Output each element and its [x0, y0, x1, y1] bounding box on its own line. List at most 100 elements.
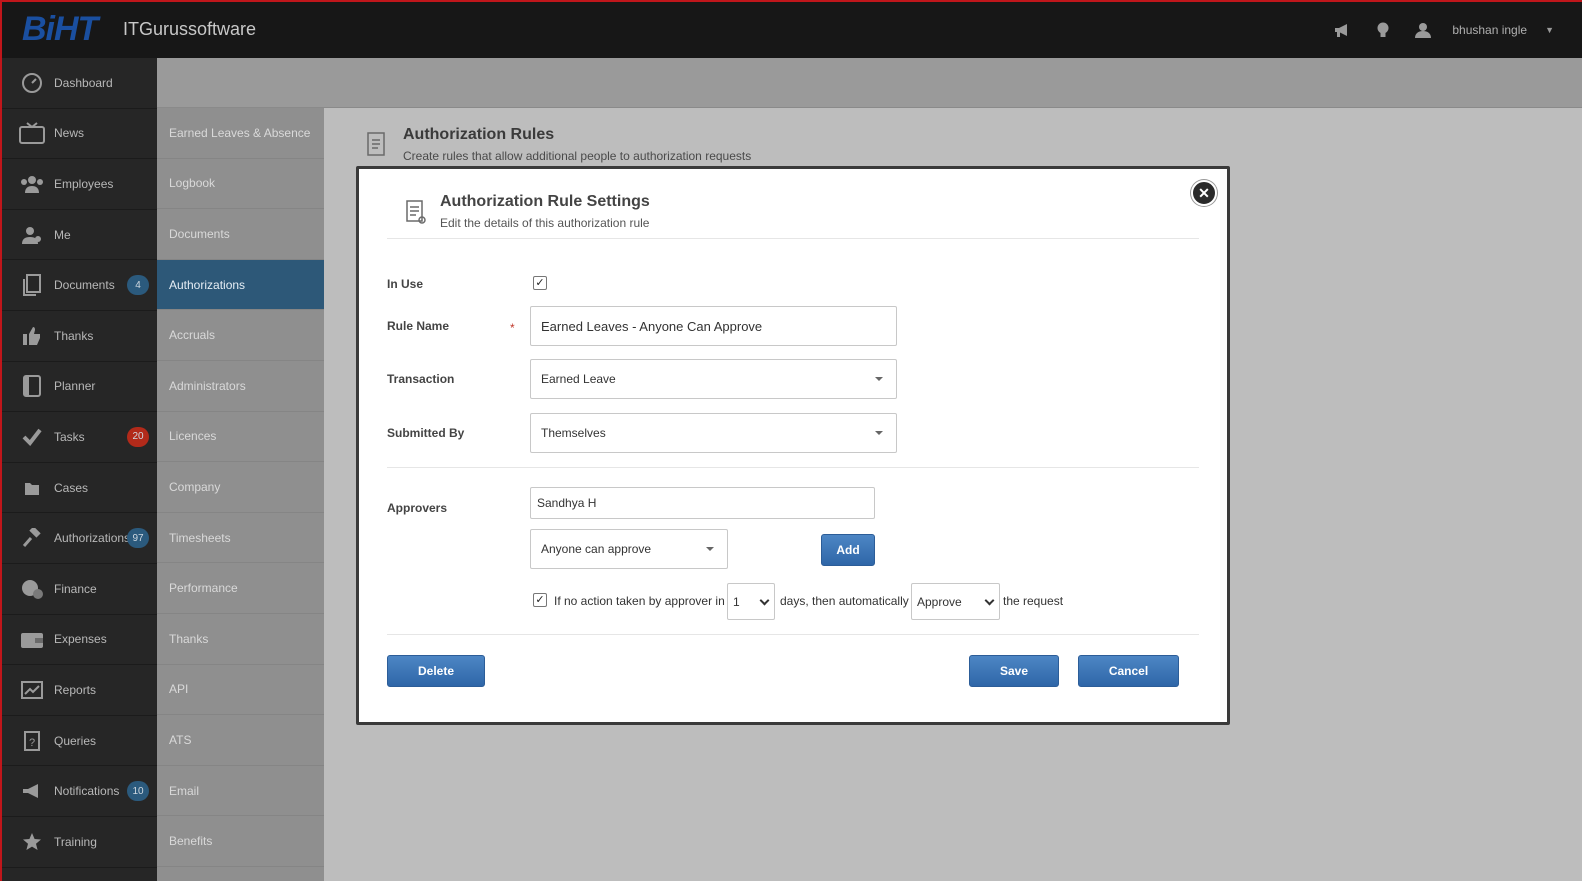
sidebar-item-news[interactable]: News — [2, 109, 157, 160]
planner-icon — [18, 374, 46, 398]
finance-icon — [18, 577, 46, 601]
sidebar-item-label: Employees — [54, 176, 114, 191]
sidebar-item-cases[interactable]: Cases — [2, 463, 157, 514]
auto-action-value: Approve — [917, 594, 962, 609]
sidebar-item-label: News — [54, 126, 85, 141]
subnav-item-benefits[interactable]: Benefits — [157, 816, 324, 867]
users-icon — [18, 172, 46, 196]
subnav-item-performance[interactable]: Performance — [157, 563, 324, 614]
subnav-item-email[interactable]: Email — [157, 766, 324, 817]
auto-action-select[interactable]: Approve — [911, 583, 1000, 620]
auto-text-2: days, then automatically — [780, 594, 909, 608]
approver-input[interactable]: Sandhya H — [530, 487, 875, 519]
user-icon[interactable] — [1412, 20, 1434, 40]
submitted-by-select[interactable]: Themselves — [530, 413, 897, 453]
caret-down-icon[interactable]: ▼ — [1545, 25, 1554, 35]
sidebar-item-label: Thanks — [54, 328, 94, 343]
page-title: Authorization Rules — [403, 126, 555, 143]
rule-name-label: Rule Name — [387, 319, 450, 333]
gavel-icon — [18, 526, 46, 550]
rule-name-input[interactable]: Earned Leaves - Anyone Can Approve — [530, 306, 897, 346]
sidebar-item-label: Notifications — [54, 784, 120, 799]
document-icon — [18, 273, 46, 297]
top-right-controls: bhushan ingle ▼ — [1332, 20, 1554, 40]
transaction-select[interactable]: Earned Leave — [530, 359, 897, 399]
subnav-item-ats[interactable]: ATS — [157, 715, 324, 766]
modal-title: Authorization Rule Settings — [440, 193, 650, 210]
main-sidebar: Dashboard News Employees Me Documents 4 … — [0, 58, 157, 881]
subnav-item-timesheets[interactable]: Timesheets — [157, 513, 324, 564]
toolbar-strip — [157, 58, 1582, 108]
sidebar-item-reports[interactable]: Reports — [2, 665, 157, 716]
subnav-item-authorizations[interactable]: Authorizations — [157, 259, 324, 311]
settings-subnav: Earned Leaves & Absence Logbook Document… — [157, 108, 324, 881]
auto-days-value: 1 — [733, 594, 740, 609]
sidebar-item-queries[interactable]: ? Queries — [2, 716, 157, 767]
megaphone-icon[interactable] — [1332, 20, 1354, 40]
in-use-label: In Use — [387, 277, 424, 291]
divider — [387, 238, 1199, 239]
star-icon — [18, 830, 46, 854]
subnav-item-api[interactable]: API — [157, 665, 324, 716]
transaction-label: Transaction — [387, 372, 455, 386]
approval-mode-value: Anyone can approve — [541, 542, 652, 556]
sidebar-item-label: Training — [54, 834, 97, 849]
sidebar-item-label: Finance — [54, 581, 97, 596]
lightbulb-icon[interactable] — [1372, 20, 1394, 40]
sidebar-item-employees[interactable]: Employees — [2, 159, 157, 210]
sidebar-item-me[interactable]: Me — [2, 210, 157, 261]
clipboard-icon — [405, 198, 427, 226]
sidebar-item-label: Documents — [54, 278, 115, 293]
user-name[interactable]: bhushan ingle — [1452, 23, 1527, 37]
notifications-badge: 10 — [127, 781, 149, 802]
sidebar-item-dashboard[interactable]: Dashboard — [2, 58, 157, 109]
check-icon — [18, 425, 46, 449]
subnav-item-earned-leaves[interactable]: Earned Leaves & Absence — [157, 108, 324, 159]
caret-down-icon — [875, 377, 883, 381]
approvers-label: Approvers — [387, 501, 448, 515]
in-use-checkbox[interactable]: ✓ — [533, 276, 547, 290]
folder-icon — [18, 476, 46, 500]
cancel-button[interactable]: Cancel — [1078, 655, 1179, 687]
delete-button[interactable]: Delete — [387, 655, 485, 687]
megaphone-icon — [18, 779, 46, 803]
authorizations-badge: 97 — [127, 528, 149, 549]
add-approver-button[interactable]: Add — [821, 534, 875, 566]
divider — [387, 634, 1199, 635]
clipboard-icon — [366, 130, 390, 158]
subnav-item-logbook[interactable]: Logbook — [157, 159, 324, 210]
subnav-item-thanks[interactable]: Thanks — [157, 614, 324, 665]
page-subtitle: Create rules that allow additional peopl… — [403, 149, 752, 163]
subnav-item-accruals[interactable]: Accruals — [157, 310, 324, 361]
sidebar-item-thanks[interactable]: Thanks — [2, 311, 157, 362]
auto-action-checkbox[interactable]: ✓ — [533, 593, 547, 607]
sidebar-item-documents[interactable]: Documents 4 — [2, 260, 157, 311]
auto-text-3: the request — [1003, 594, 1064, 608]
company-name: ITGurussoftware — [123, 19, 257, 39]
save-button[interactable]: Save — [969, 655, 1059, 687]
subnav-item-company[interactable]: Company — [157, 462, 324, 513]
close-icon[interactable]: ✕ — [1191, 180, 1217, 206]
subnav-item-administrators[interactable]: Administrators — [157, 361, 324, 412]
caret-down-icon — [706, 547, 714, 551]
subnav-item-licences[interactable]: Licences — [157, 412, 324, 463]
sidebar-item-authorizations[interactable]: Authorizations 97 — [2, 513, 157, 564]
tasks-badge: 20 — [127, 426, 149, 447]
sidebar-item-label: Authorizations — [54, 531, 131, 546]
sidebar-item-planner[interactable]: Planner — [2, 362, 157, 413]
sidebar-item-finance[interactable]: Finance — [2, 564, 157, 615]
subnav-item-documents[interactable]: Documents — [157, 209, 324, 260]
sidebar-item-tasks[interactable]: Tasks 20 — [2, 412, 157, 463]
sidebar-item-training[interactable]: Training — [2, 817, 157, 868]
auto-days-select[interactable]: 1 — [727, 583, 775, 620]
approval-mode-select[interactable]: Anyone can approve — [530, 529, 728, 569]
chevron-down-icon — [759, 595, 770, 606]
sidebar-item-label: Expenses — [54, 632, 107, 647]
required-mark: * — [510, 321, 515, 335]
svg-text:?: ? — [29, 737, 35, 749]
sidebar-item-label: Planner — [54, 379, 96, 394]
sidebar-item-expenses[interactable]: Expenses — [2, 615, 157, 666]
company-logo[interactable]: BiHT — [22, 10, 98, 49]
sidebar-item-label: Tasks — [54, 429, 85, 444]
sidebar-item-notifications[interactable]: Notifications 10 — [2, 766, 157, 817]
